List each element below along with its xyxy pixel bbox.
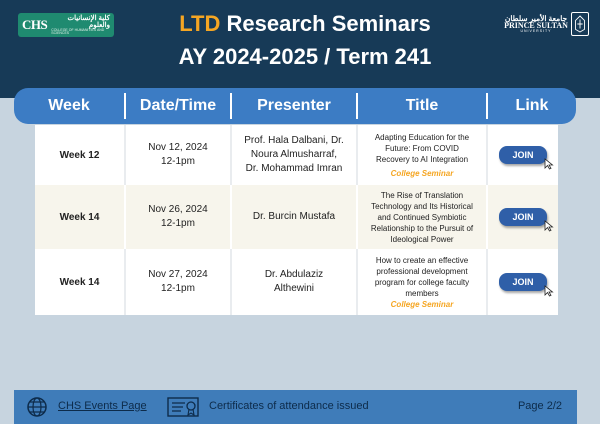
join-button[interactable]: JOIN	[499, 208, 554, 232]
header-banner: CHS كلية الإنسانيات والعلوم COLLEGE OF H…	[0, 0, 600, 98]
datetime-cell: Nov 26, 2024 12-1pm	[126, 185, 230, 249]
title-rest: Research Seminars	[226, 11, 431, 36]
chs-logo: CHS كلية الإنسانيات والعلوم COLLEGE OF H…	[18, 13, 114, 37]
title-line: program for college faculty	[374, 277, 470, 287]
chs-logo-arabic: كلية الإنسانيات والعلوم	[67, 14, 110, 29]
table-header: Week Date/Time Presenter Title Link	[14, 88, 576, 124]
link-cell: JOIN	[488, 185, 558, 249]
title-line: and Continued Symbiotic	[377, 212, 467, 222]
title-line: Recovery to AI Integration	[375, 154, 469, 164]
time-text: 12-1pm	[161, 218, 195, 229]
presenter-cell: Dr. Abdulaziz Althewini	[232, 249, 356, 315]
title-cell: How to create an effective professional …	[358, 249, 486, 315]
column-header-datetime: Date/Time	[139, 97, 217, 114]
title-line: Ideological Power	[390, 234, 454, 244]
week-cell: Week 12	[59, 149, 100, 161]
psu-logo-university: UNIVERSITY	[520, 29, 552, 33]
join-label: JOIN	[512, 150, 534, 160]
datetime-cell: Nov 12, 2024 12-1pm	[126, 125, 230, 185]
link-cell: JOIN	[488, 249, 558, 315]
chs-logo-mark: CHS	[22, 17, 48, 32]
cursor-icon	[544, 285, 554, 297]
title-line: Technology and Its Historical	[371, 201, 473, 211]
title-line: How to create an effective	[375, 255, 469, 265]
page-number: Page 2/2	[517, 400, 562, 412]
presenter-line: Noura Almusharraf,	[250, 149, 338, 160]
table-row: Week 14 Nov 27, 2024 12-1pm Dr. Abdulazi…	[35, 249, 558, 315]
title-line: Relationship to the Pursuit of	[370, 223, 474, 233]
join-button[interactable]: JOIN	[499, 146, 554, 170]
chs-logo-english: COLLEGE OF HUMANITIES AND SCIENCES	[51, 27, 105, 35]
presenter-line: Althewini	[273, 283, 315, 294]
certificate-icon	[167, 397, 199, 417]
time-text: 12-1pm	[161, 156, 195, 167]
globe-icon	[27, 397, 47, 417]
table-row: Week 12 Nov 12, 2024 12-1pm Prof. Hala D…	[35, 125, 558, 185]
presenter-cell: Dr. Burcin Mustafa	[232, 185, 356, 249]
page-title: LTD Research Seminars	[150, 11, 460, 37]
column-header-link: Link	[515, 97, 549, 114]
footer-bar: CHS Events Page Certificates of attendan…	[14, 390, 577, 424]
psu-emblem-icon	[571, 12, 589, 36]
cursor-icon	[544, 220, 554, 232]
presenter-line: Prof. Hala Dalbani, Dr.	[244, 135, 344, 146]
join-button[interactable]: JOIN	[499, 273, 554, 297]
seminar-tag: College Seminar	[390, 168, 454, 178]
week-cell: Week 14	[59, 276, 100, 288]
title-line: members	[405, 288, 439, 298]
title-cell: The Rise of Translation Technology and I…	[358, 185, 486, 249]
cursor-icon	[544, 158, 554, 170]
title-cell: Adapting Education for the Future: From …	[358, 125, 486, 185]
week-cell: Week 14	[59, 211, 100, 223]
title-line: The Rise of Translation	[380, 190, 464, 200]
title-line: Adapting Education for the	[374, 132, 470, 142]
date-text: Nov 26, 2024	[148, 204, 208, 215]
seminar-tag: College Seminar	[390, 299, 454, 309]
join-label: JOIN	[512, 212, 534, 222]
table-row: Week 14 Nov 26, 2024 12-1pm Dr. Burcin M…	[35, 185, 558, 249]
link-cell: JOIN	[488, 125, 558, 185]
column-header-presenter: Presenter	[257, 97, 331, 114]
page-subtitle: AY 2024-2025 / Term 241	[178, 44, 432, 69]
time-text: 12-1pm	[161, 283, 195, 294]
psu-logo: جامعة الأمير سلطان PRINCE SULTAN UNIVERS…	[503, 10, 589, 38]
datetime-cell: Nov 27, 2024 12-1pm	[126, 249, 230, 315]
chs-events-link[interactable]: CHS Events Page	[58, 400, 147, 412]
date-text: Nov 12, 2024	[148, 142, 208, 153]
title-line: Future: From COVID	[385, 143, 459, 153]
certificates-note: Certificates of attendance issued	[209, 400, 369, 412]
presenter-line: Dr. Burcin Mustafa	[252, 211, 336, 222]
join-label: JOIN	[512, 277, 534, 287]
presenter-line: Dr. Abdulaziz	[264, 269, 324, 280]
title-line: professional development	[376, 266, 468, 276]
column-header-week: Week	[48, 97, 90, 114]
date-text: Nov 27, 2024	[148, 269, 208, 280]
title-accent: LTD	[179, 11, 221, 36]
presenter-cell: Prof. Hala Dalbani, Dr. Noura Almusharra…	[232, 125, 356, 185]
column-header-title: Title	[405, 97, 439, 114]
presenter-line: Dr. Mohammad Imran	[245, 163, 343, 174]
